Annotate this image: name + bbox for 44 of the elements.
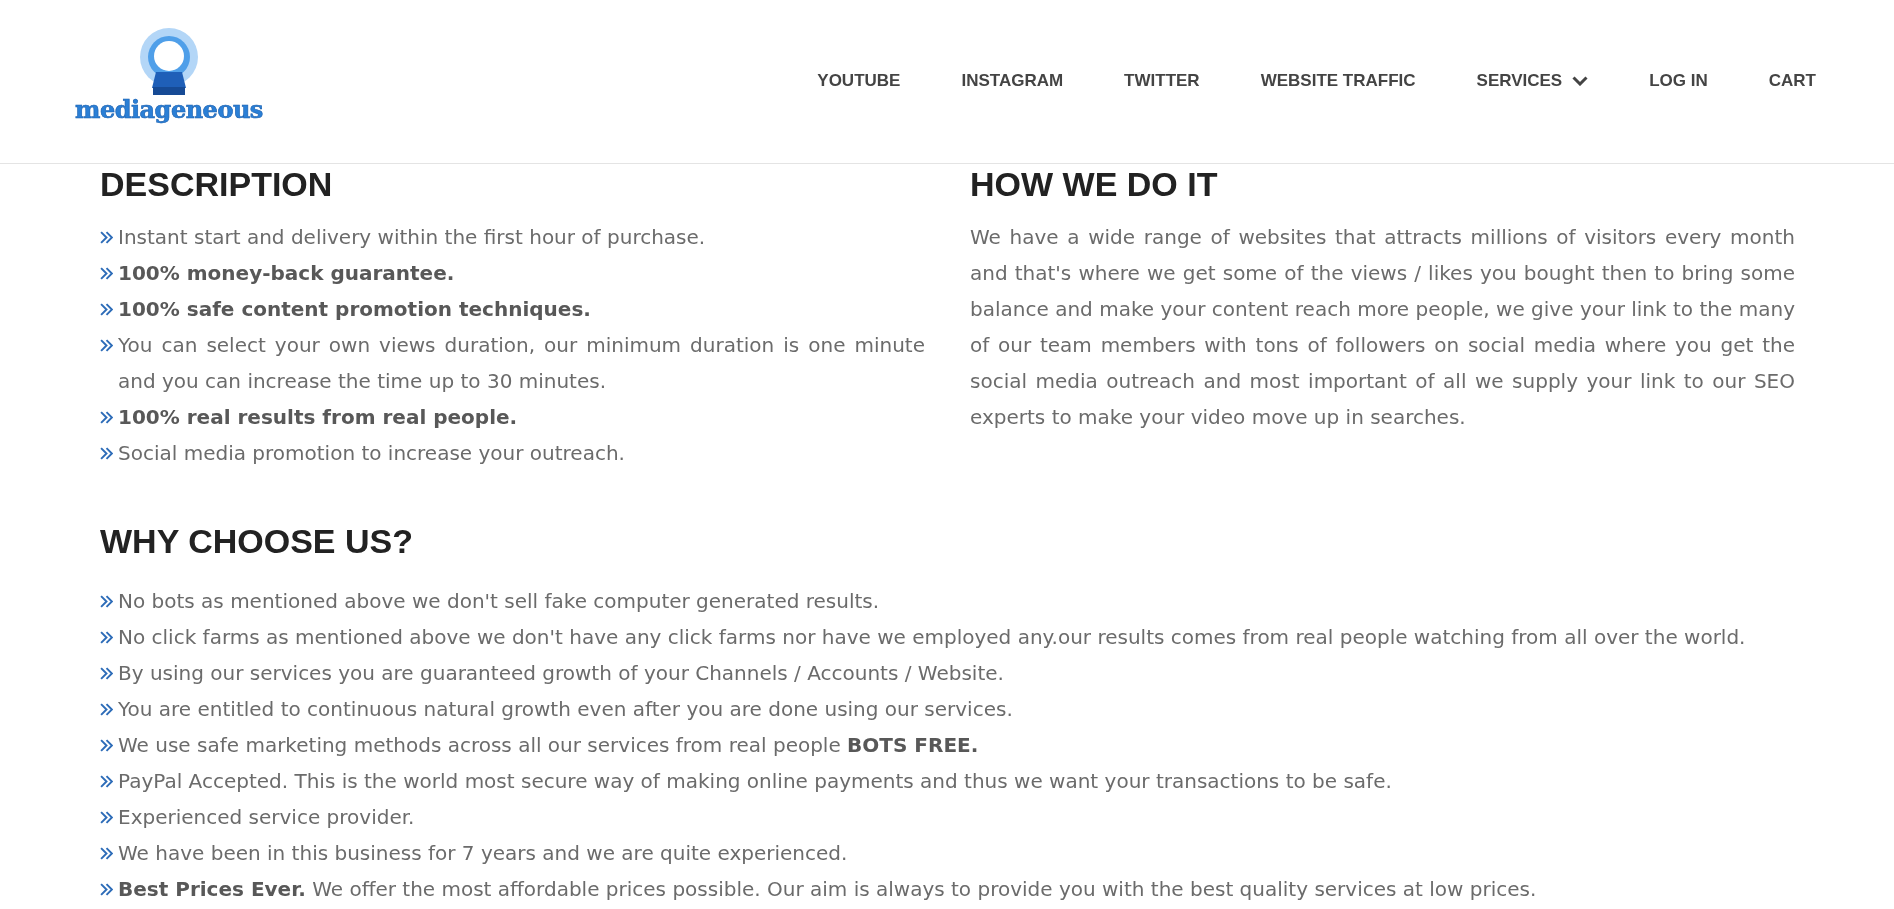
double-chevron-icon <box>100 631 113 644</box>
double-chevron-icon <box>100 739 113 752</box>
double-chevron-icon <box>100 339 113 352</box>
nav-dropdown[interactable]: SERVICES <box>1476 70 1589 92</box>
double-chevron-icon <box>100 267 113 280</box>
double-chevron-icon <box>100 811 113 824</box>
section-heading: WHY CHOOSE US? <box>100 521 414 561</box>
description-point: You can select your own views duration, our minimum duration is one minute and you can increase the time up to 30 minutes. <box>118 332 925 395</box>
double-chevron-icon <box>100 667 113 680</box>
description-point: Social media promotion to increase your outreach. <box>118 440 626 467</box>
description-point: 100% safe content promotion techniques. <box>118 296 592 323</box>
nav-link[interactable]: INSTAGRAM <box>961 70 1064 92</box>
double-chevron-icon <box>100 447 113 460</box>
reason-point: We have been in this business for 7 years and we are quite experienced. <box>118 840 848 867</box>
reason-point: Best Prices Ever. We offer the most affordable prices possible. Our aim is always to provide you with the best quality services at low prices. <box>118 876 1537 903</box>
description-point: 100% real results from real people. <box>118 404 519 431</box>
nav-link[interactable]: YOUTUBE <box>817 70 901 92</box>
double-chevron-icon <box>100 703 113 716</box>
chevron-down-icon <box>1572 76 1589 86</box>
reason-point: You are entitled to continuous natural growth even after you are done using our services. <box>118 696 1013 723</box>
logo-wordmark[interactable]: mediageneous <box>75 98 263 122</box>
reason-point: No click farms as mentioned above we don't have any click farms nor have we employed any.our results comes from real people watching from all over the world. <box>118 624 1746 651</box>
double-chevron-icon <box>100 595 113 608</box>
section-heading: DESCRIPTION <box>100 164 334 204</box>
reason-point: No bots as mentioned above we don't sell fake computer generated results. <box>118 588 880 615</box>
reason-point: We use safe marketing methods across all our services from real people BOTS FREE. <box>118 732 979 759</box>
double-chevron-icon <box>100 883 113 896</box>
nav-link[interactable]: LOG IN <box>1649 70 1708 92</box>
logo-icon[interactable] <box>139 28 198 96</box>
double-chevron-icon <box>100 411 113 424</box>
double-chevron-icon <box>100 775 113 788</box>
reason-point: PayPal Accepted. This is the world most secure way of making online payments and thus we want your transactions to be safe. <box>118 768 1392 795</box>
reason-point: By using our services you are guaranteed growth of your Channels / Accounts / Website. <box>118 660 1004 687</box>
description-point: Instant start and delivery within the first hour of purchase. <box>118 224 707 251</box>
description-point: 100% money-back guarantee. <box>118 260 456 287</box>
nav-link[interactable]: WEBSITE TRAFFIC <box>1260 70 1416 92</box>
nav-link[interactable]: TWITTER <box>1124 70 1200 92</box>
double-chevron-icon <box>100 847 113 860</box>
section-heading: HOW WE DO IT <box>970 164 1219 204</box>
double-chevron-icon <box>100 231 113 244</box>
double-chevron-icon <box>100 303 113 316</box>
nav-link[interactable]: CART <box>1768 70 1816 92</box>
reason-point: Experienced service provider. <box>118 804 415 831</box>
how-we-do-it-paragraph: We have a wide range of websites that attracts millions of visitors every month and that's where we get some of the views / likes you bought then to bring some balance and make your content reach more people, we give your link to the many of our team members with tons of followers on social media where you get the social media outreach and most important of all we supply your link to our SEO experts to make your video move up in searches. <box>970 224 1795 431</box>
